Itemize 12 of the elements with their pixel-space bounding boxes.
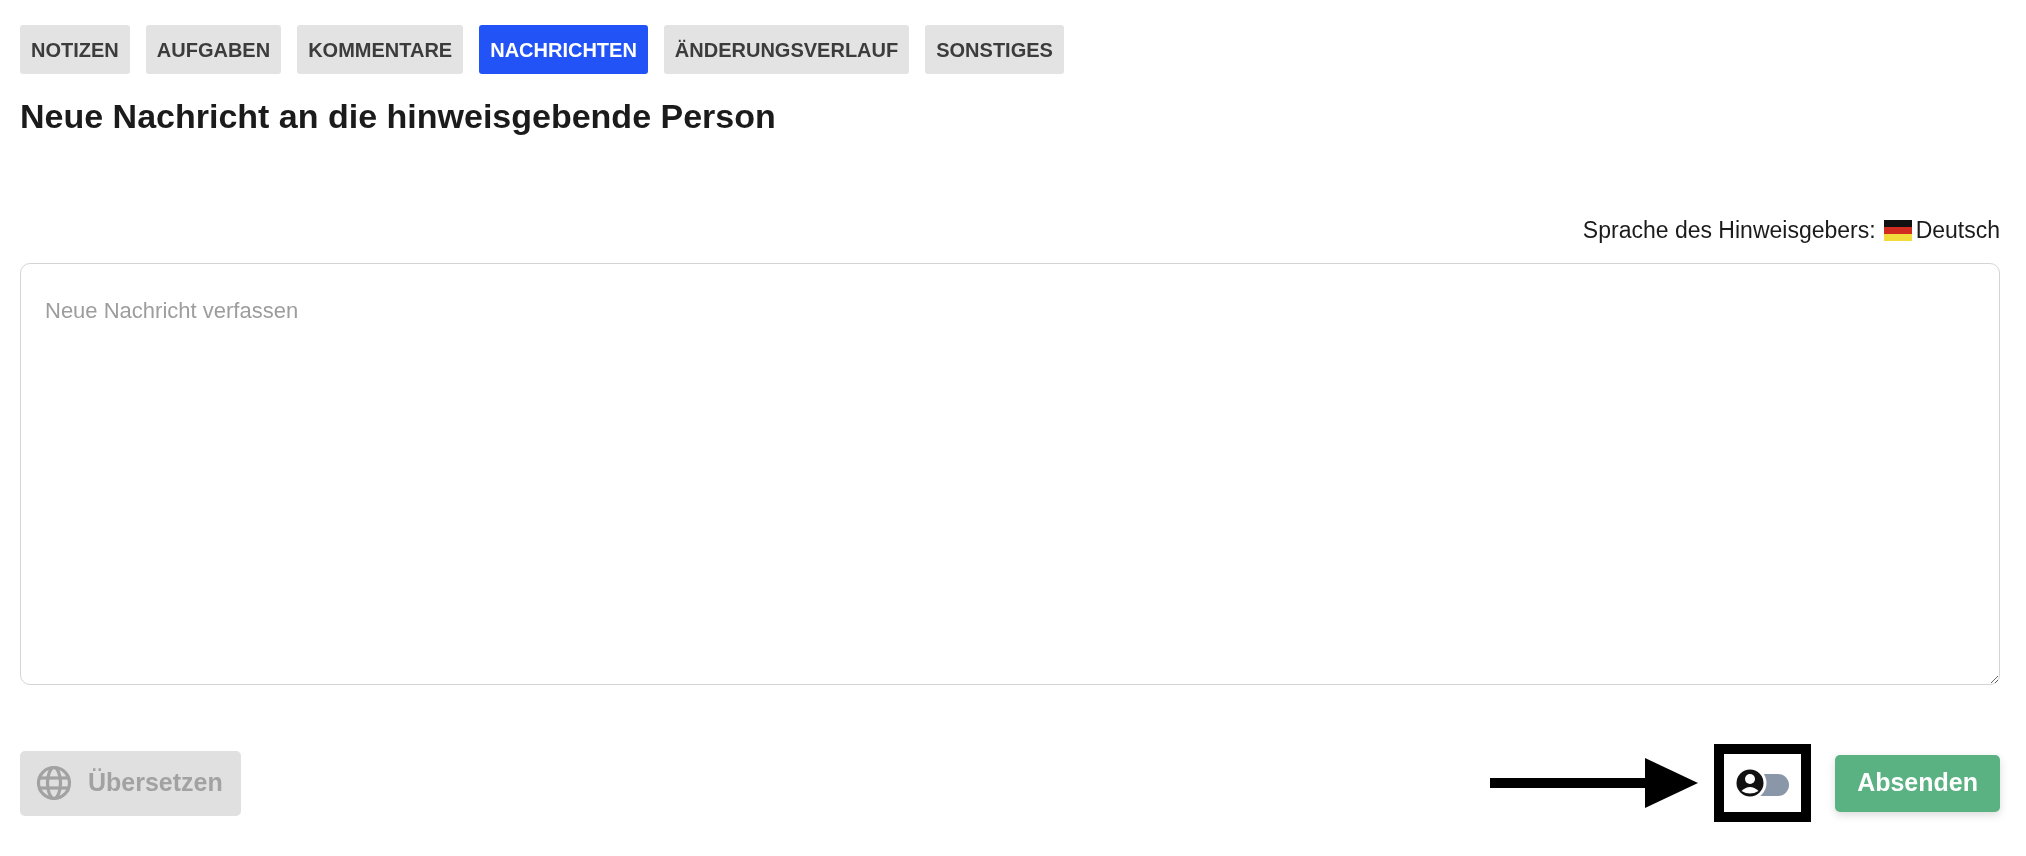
globe-icon: [36, 765, 72, 801]
language-value: Deutsch: [1915, 215, 2000, 245]
tab[interactable]: AUFGABEN: [145, 25, 282, 74]
tab[interactable]: KOMMENTARE: [297, 25, 464, 74]
language-label: Sprache des Hinweisgebers:: [1582, 215, 1876, 245]
message-field[interactable]: Neue Nachricht verfassen: [20, 263, 2000, 686]
tab[interactable]: NACHRICHTEN: [479, 25, 648, 74]
tab[interactable]: NOTIZEN: [20, 25, 130, 74]
tab[interactable]: ÄNDERUNGSVERLAUF: [663, 25, 910, 74]
heading: Neue Nachricht an die hinweisgebende Person: [20, 96, 777, 137]
flag-icon: [1883, 219, 1912, 241]
tab[interactable]: SONSTIGES: [925, 25, 1064, 74]
